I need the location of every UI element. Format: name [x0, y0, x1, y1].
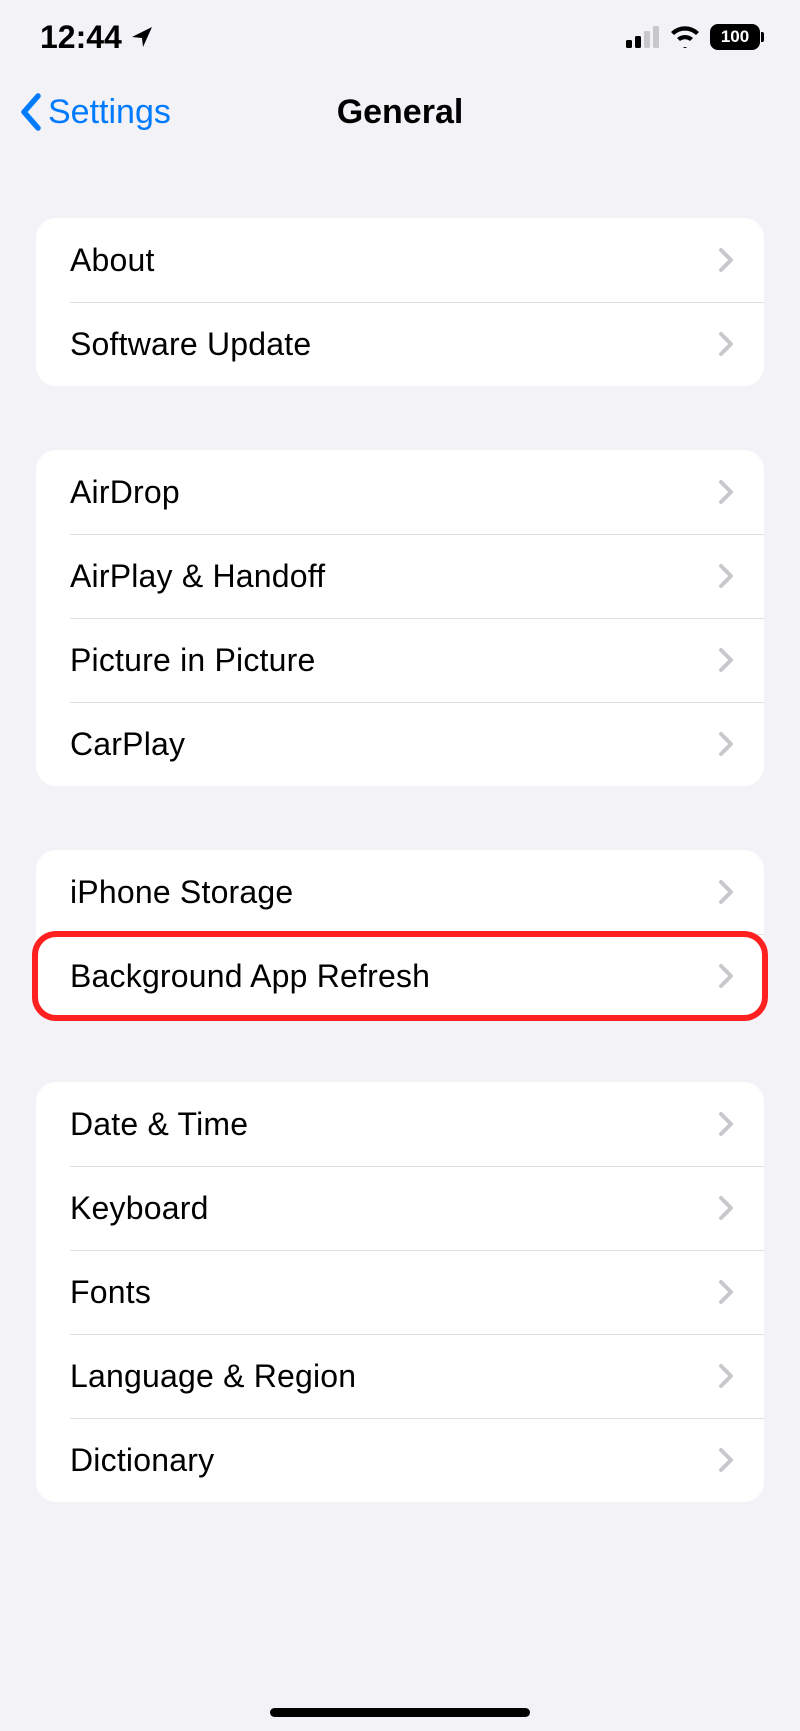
row-label: iPhone Storage [70, 874, 293, 911]
chevron-right-icon [718, 479, 734, 505]
status-right: 100 [626, 24, 764, 50]
chevron-right-icon [718, 331, 734, 357]
row-picture-in-picture[interactable]: Picture in Picture [36, 618, 764, 702]
row-label: Software Update [70, 326, 311, 363]
chevron-right-icon [718, 1447, 734, 1473]
row-label: AirDrop [70, 474, 180, 511]
chevron-right-icon [718, 1195, 734, 1221]
row-language-region[interactable]: Language & Region [36, 1334, 764, 1418]
row-airdrop[interactable]: AirDrop [36, 450, 764, 534]
location-icon [130, 25, 154, 49]
cellular-signal-icon [626, 26, 660, 48]
row-label: Language & Region [70, 1358, 356, 1395]
row-software-update[interactable]: Software Update [36, 302, 764, 386]
chevron-right-icon [718, 879, 734, 905]
chevron-right-icon [718, 647, 734, 673]
status-bar: 12:44 100 [0, 0, 800, 60]
settings-group-2: AirDrop AirPlay & Handoff Picture in Pic… [36, 450, 764, 786]
settings-group-4: Date & Time Keyboard Fonts Language & Re… [36, 1082, 764, 1502]
battery-level: 100 [710, 24, 760, 50]
row-label: About [70, 242, 155, 279]
row-background-app-refresh[interactable]: Background App Refresh [36, 934, 764, 1018]
row-keyboard[interactable]: Keyboard [36, 1166, 764, 1250]
row-label: Fonts [70, 1274, 151, 1311]
row-date-time[interactable]: Date & Time [36, 1082, 764, 1166]
settings-group-3: iPhone Storage Background App Refresh [36, 850, 764, 1018]
chevron-right-icon [718, 1111, 734, 1137]
row-iphone-storage[interactable]: iPhone Storage [36, 850, 764, 934]
row-label: Keyboard [70, 1190, 209, 1227]
row-about[interactable]: About [36, 218, 764, 302]
chevron-right-icon [718, 731, 734, 757]
status-time: 12:44 [40, 19, 122, 56]
row-carplay[interactable]: CarPlay [36, 702, 764, 786]
wifi-icon [670, 26, 700, 48]
chevron-right-icon [718, 247, 734, 273]
battery-icon: 100 [710, 24, 764, 50]
chevron-left-icon [18, 93, 44, 131]
back-label: Settings [48, 93, 171, 132]
row-dictionary[interactable]: Dictionary [36, 1418, 764, 1502]
status-left: 12:44 [40, 19, 154, 56]
settings-content: About Software Update AirDrop AirPlay & … [0, 218, 800, 1502]
chevron-right-icon [718, 1279, 734, 1305]
row-label: Dictionary [70, 1442, 214, 1479]
row-label: CarPlay [70, 726, 185, 763]
row-label: Date & Time [70, 1106, 248, 1143]
row-airplay-handoff[interactable]: AirPlay & Handoff [36, 534, 764, 618]
row-label: Background App Refresh [70, 958, 430, 995]
navigation-bar: Settings General [0, 68, 800, 156]
chevron-right-icon [718, 963, 734, 989]
row-fonts[interactable]: Fonts [36, 1250, 764, 1334]
home-indicator[interactable] [270, 1708, 530, 1717]
back-button[interactable]: Settings [18, 93, 171, 132]
row-label: AirPlay & Handoff [70, 558, 325, 595]
chevron-right-icon [718, 563, 734, 589]
settings-group-1: About Software Update [36, 218, 764, 386]
chevron-right-icon [718, 1363, 734, 1389]
row-label: Picture in Picture [70, 642, 315, 679]
